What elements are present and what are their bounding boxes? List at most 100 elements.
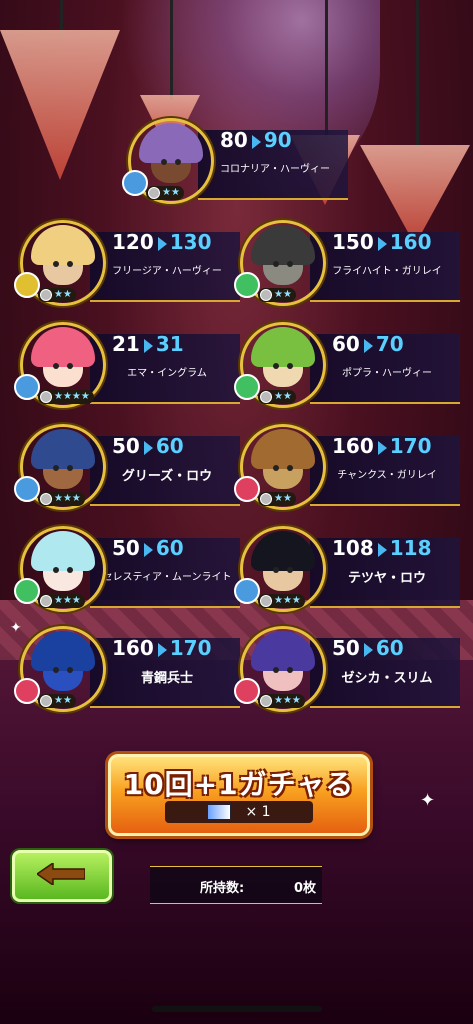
character-card[interactable]: 50 60 グリーズ・ロウ ★★★ xyxy=(14,424,240,514)
character-name: グリーズ・ロウ xyxy=(121,469,213,484)
arrow-right-icon xyxy=(377,236,387,251)
level-change: 150 160 xyxy=(332,230,432,254)
character-card[interactable]: 160 170 チャンクス・ガリレイ ★★ xyxy=(234,424,460,514)
arrow-right-icon xyxy=(157,236,167,251)
character-card[interactable]: 120 130 フリージア・ハーヴィー ★★ xyxy=(14,220,240,310)
back-button[interactable] xyxy=(12,850,112,902)
level-from: 160 xyxy=(332,434,374,458)
character-card[interactable]: 150 160 フライハイト・ガリレイ ★★ xyxy=(234,220,460,310)
gacha-button-label: 10回+1ガチャる xyxy=(123,768,355,801)
character-name: フライハイト・ガリレイ xyxy=(332,266,442,277)
gacha-10-plus-1-button[interactable]: 10回+1ガチャる × 1 xyxy=(108,754,370,836)
arrow-right-icon xyxy=(143,440,153,455)
level-to: 130 xyxy=(169,230,212,254)
level-to: 170 xyxy=(389,434,432,458)
arrow-right-icon xyxy=(377,542,387,557)
level-to: 60 xyxy=(375,636,404,660)
level-from: 50 xyxy=(112,434,140,458)
level-to: 170 xyxy=(169,636,212,660)
rarity-stars: ★★ xyxy=(258,390,296,404)
level-change: 108 118 xyxy=(332,536,432,560)
sparkle-icon: ✦ xyxy=(420,790,436,811)
level-change: 60 70 xyxy=(332,332,404,356)
rarity-stars: ★★★ xyxy=(258,594,305,608)
character-card[interactable]: 108 118 テツヤ・ロウ ★★★ xyxy=(234,526,460,616)
ticket-icon xyxy=(207,804,232,820)
character-name: セレスティア・ムーンライト xyxy=(102,572,232,583)
element-icon xyxy=(234,374,260,400)
back-arrow-icon xyxy=(37,863,85,885)
level-change: 160 170 xyxy=(112,636,212,660)
level-from: 50 xyxy=(112,536,140,560)
character-card[interactable]: 160 170 青鋼兵士 ★★ xyxy=(14,626,240,716)
arrow-right-icon xyxy=(377,440,387,455)
element-icon xyxy=(234,578,260,604)
character-name: コロナリア・ハーヴィー xyxy=(220,164,330,175)
rarity-stars: ★★★ xyxy=(38,492,85,506)
element-icon xyxy=(234,678,260,704)
level-to: 118 xyxy=(389,536,432,560)
character-name: ゼシカ・スリム xyxy=(341,671,433,686)
level-to: 90 xyxy=(263,128,292,152)
owned-label: 所持数: xyxy=(200,881,245,896)
element-icon xyxy=(234,476,260,502)
level-to: 60 xyxy=(155,434,184,458)
character-name: ポプラ・ハーヴィー xyxy=(342,368,432,379)
character-card[interactable]: 50 60 ゼシカ・スリム ★★★ xyxy=(234,626,460,716)
arrow-right-icon xyxy=(363,642,373,657)
level-from: 60 xyxy=(332,332,360,356)
arrow-right-icon xyxy=(143,542,153,557)
gacha-cost: × 1 xyxy=(165,801,313,823)
rarity-stars: ★★★ xyxy=(38,594,85,608)
gacha-cost-value: × 1 xyxy=(245,804,271,820)
sparkle-icon: ✦ xyxy=(10,620,22,636)
level-change: 160 170 xyxy=(332,434,432,458)
level-change: 120 130 xyxy=(112,230,212,254)
character-card[interactable]: 21 31 エマ・イングラム ★★★★ xyxy=(14,322,240,412)
character-name: 青鋼兵士 xyxy=(140,671,193,686)
level-change: 50 60 xyxy=(112,536,184,560)
level-from: 160 xyxy=(112,636,154,660)
level-from: 150 xyxy=(332,230,374,254)
level-to: 70 xyxy=(375,332,404,356)
owned-count-panel: 所持数: 0枚 xyxy=(150,866,322,904)
owned-value: 0枚 xyxy=(293,881,316,896)
level-change: 21 31 xyxy=(112,332,184,356)
character-name: チャンクス・ガリレイ xyxy=(337,470,437,481)
element-icon xyxy=(14,578,40,604)
rarity-stars: ★★ xyxy=(146,186,184,200)
character-card[interactable]: 50 60 セレスティア・ムーンライト ★★★ xyxy=(14,526,240,616)
rarity-stars: ★★★ xyxy=(258,694,305,708)
level-from: 80 xyxy=(220,128,248,152)
rarity-stars: ★★★★ xyxy=(38,390,94,404)
level-change: 80 90 xyxy=(220,128,292,152)
element-icon xyxy=(14,476,40,502)
character-card[interactable]: 60 70 ポプラ・ハーヴィー ★★ xyxy=(234,322,460,412)
arrow-right-icon xyxy=(143,338,153,353)
level-from: 120 xyxy=(112,230,154,254)
element-icon xyxy=(234,272,260,298)
level-from: 50 xyxy=(332,636,360,660)
level-change: 50 60 xyxy=(332,636,404,660)
character-name: フリージア・ハーヴィー xyxy=(112,266,222,277)
level-to: 160 xyxy=(389,230,432,254)
rarity-stars: ★★ xyxy=(258,288,296,302)
arrow-right-icon xyxy=(157,642,167,657)
level-from: 21 xyxy=(112,332,140,356)
level-change: 50 60 xyxy=(112,434,184,458)
level-to: 60 xyxy=(155,536,184,560)
character-card[interactable]: 80 90 コロナリア・ハーヴィー ★★ xyxy=(122,118,348,208)
level-from: 108 xyxy=(332,536,374,560)
element-icon xyxy=(14,272,40,298)
character-name: エマ・イングラム xyxy=(127,368,207,379)
arrow-right-icon xyxy=(251,134,261,149)
home-indicator xyxy=(152,1006,322,1012)
character-name: テツヤ・ロウ xyxy=(347,571,426,586)
rarity-stars: ★★ xyxy=(38,288,76,302)
rarity-stars: ★★ xyxy=(258,492,296,506)
arrow-right-icon xyxy=(363,338,373,353)
rarity-stars: ★★ xyxy=(38,694,76,708)
element-icon xyxy=(14,678,40,704)
element-icon xyxy=(14,374,40,400)
level-to: 31 xyxy=(155,332,184,356)
